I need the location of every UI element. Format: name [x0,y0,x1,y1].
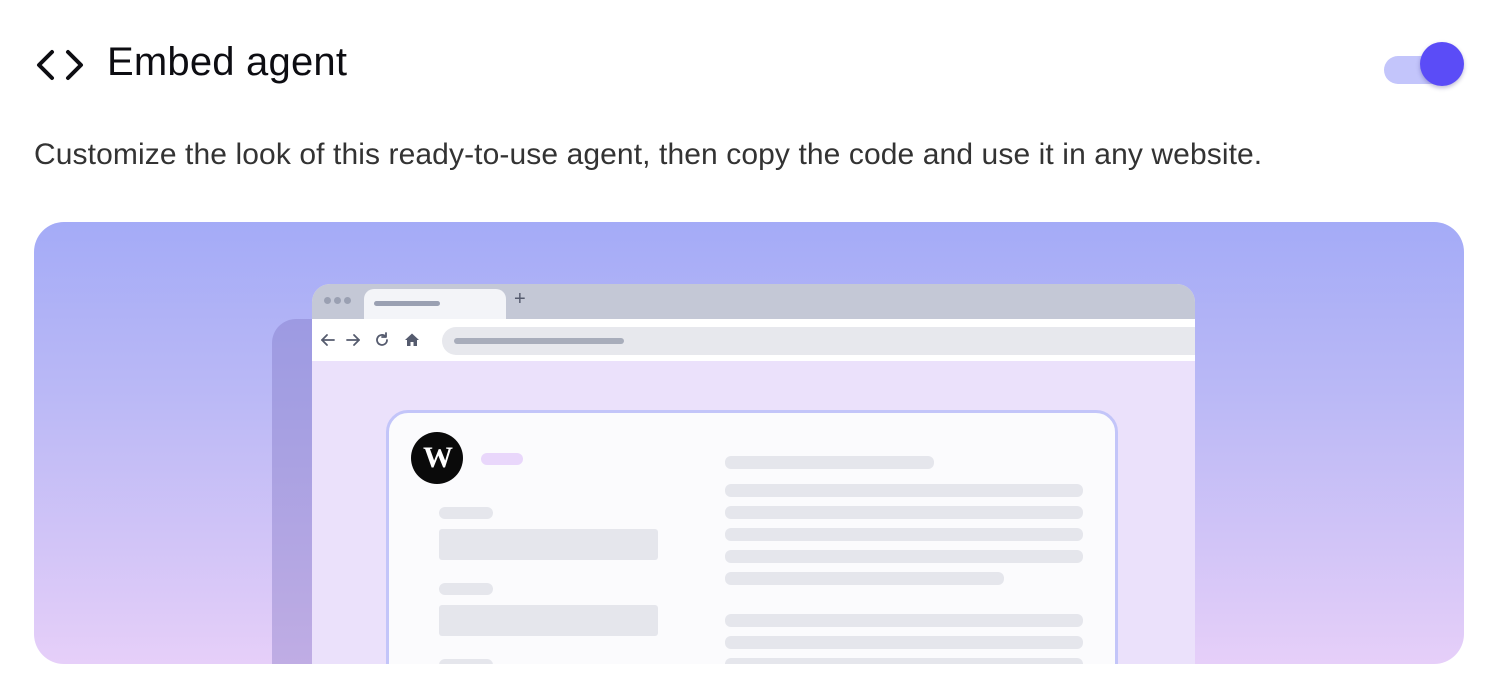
back-arrow-icon [321,334,335,346]
browser-mockup: + W [312,284,1195,664]
agent-widget-mockup: W [386,410,1118,664]
agent-name-placeholder [481,453,523,465]
embed-preview-illustration: + W [34,222,1464,664]
field-label-placeholder [439,659,493,664]
embed-agent-toggle[interactable] [1384,42,1464,88]
section-header: Embed agent [34,36,1464,92]
text-line-placeholder [725,506,1083,519]
code-brackets-icon [37,50,83,80]
text-line-placeholder [725,614,1083,627]
text-line-placeholder [725,658,1083,664]
new-tab-icon: + [514,288,526,310]
browser-tab-bar: + [312,284,1195,319]
text-line-placeholder [725,484,1083,497]
browser-toolbar [312,319,1195,361]
tab-title-placeholder [374,301,440,306]
text-line-placeholder [725,550,1083,563]
field-input-placeholder [439,529,658,560]
section-title: Embed agent [107,40,348,84]
text-heading-placeholder [725,456,934,469]
reload-icon [376,332,388,346]
url-placeholder [454,338,624,344]
field-input-placeholder [439,605,658,636]
address-bar [442,327,1195,355]
field-label-placeholder [439,507,493,519]
toggle-knob [1420,42,1464,86]
text-line-placeholder [725,528,1083,541]
home-icon [405,333,419,346]
agent-logo: W [411,432,463,484]
text-line-placeholder [725,636,1083,649]
browser-tab [364,289,506,319]
section-description: Customize the look of this ready-to-use … [34,138,1263,171]
text-line-placeholder [725,572,1004,585]
window-dots [324,297,351,304]
field-label-placeholder [439,583,493,595]
forward-arrow-icon [346,334,360,346]
